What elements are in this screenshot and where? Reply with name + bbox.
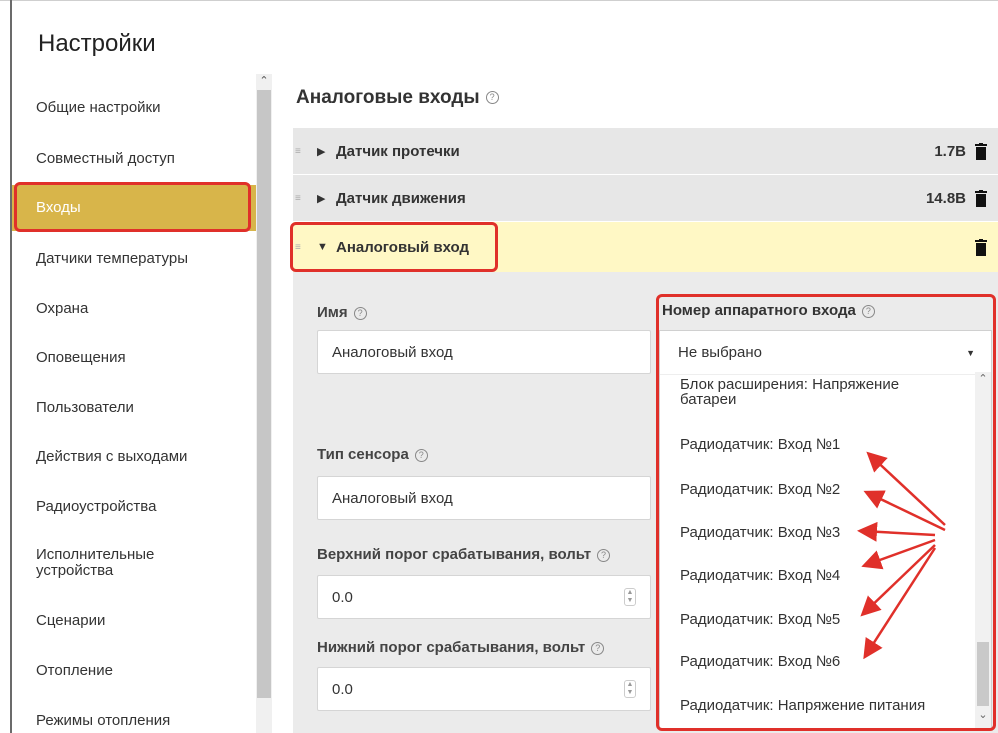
drag-handle-icon[interactable]: ≡ bbox=[295, 193, 301, 204]
sidebar-item-actuators[interactable]: Исполнительные устройства bbox=[12, 540, 182, 586]
question-circle-icon[interactable]: ? bbox=[597, 548, 611, 562]
dropdown-option[interactable]: Радиодатчик: Вход №2 bbox=[680, 482, 950, 497]
upper-threshold-label-text: Верхний порог срабатывания, вольт bbox=[317, 546, 592, 563]
sidebar-item-label: Пользователи bbox=[36, 399, 134, 416]
caret-right-icon: ▶ bbox=[317, 145, 326, 158]
upper-threshold-input[interactable]: 0.0 ▲ ▼ bbox=[317, 575, 651, 619]
app-title: Настройки bbox=[38, 30, 156, 57]
hw-input-selected[interactable]: Не выбрано ▼ bbox=[660, 331, 991, 375]
sidebar-item-users[interactable]: Пользователи bbox=[12, 385, 256, 431]
sidebar-scroll-thumb[interactable] bbox=[257, 90, 271, 698]
question-circle-icon[interactable]: ? bbox=[353, 306, 367, 320]
sidebar-item-label: Совместный доступ bbox=[36, 150, 175, 167]
question-circle-icon[interactable]: ? bbox=[861, 304, 875, 318]
caret-down-icon: ▼ bbox=[966, 348, 975, 358]
dropdown-option[interactable]: Радиодатчик: Вход №6 bbox=[680, 654, 950, 669]
name-input[interactable]: Аналоговый вход bbox=[317, 330, 651, 374]
panel-label: Датчик протечки bbox=[336, 142, 460, 160]
sidebar-item-temperature-sensors[interactable]: Датчики температуры bbox=[12, 236, 256, 282]
sensor-type-label-text: Тип сенсора bbox=[317, 446, 409, 463]
sensor-type-select[interactable]: Аналоговый вход bbox=[317, 476, 651, 520]
panel-label: Аналоговый вход bbox=[336, 238, 470, 256]
sidebar-item-inputs[interactable]: Входы bbox=[12, 185, 256, 231]
sidebar-item-scenarios[interactable]: Сценарии bbox=[12, 598, 256, 644]
drag-handle-icon[interactable]: ≡ bbox=[295, 242, 301, 253]
caret-right-icon: ▶ bbox=[317, 192, 326, 205]
sidebar-item-label: Режимы отопления bbox=[36, 712, 171, 729]
sensor-type-label: Тип сенсора? bbox=[317, 446, 428, 463]
sidebar: Общие настройки Совместный доступ Входы … bbox=[12, 84, 256, 733]
dropdown-option[interactable]: Радиодатчик: Вход №5 bbox=[680, 612, 950, 627]
upper-threshold-value: 0.0 bbox=[332, 588, 353, 606]
sidebar-item-radio-devices[interactable]: Радиоустройства bbox=[12, 484, 256, 530]
sidebar-item-label: Радиоустройства bbox=[36, 498, 157, 515]
lower-threshold-value: 0.0 bbox=[332, 680, 353, 698]
panel-label: Датчик движения bbox=[336, 189, 466, 207]
scroll-up-icon[interactable]: ⌃ bbox=[975, 372, 991, 385]
question-circle-icon[interactable]: ? bbox=[485, 91, 499, 105]
question-circle-icon[interactable]: ? bbox=[414, 448, 428, 462]
hw-input-label: Номер аппаратного входа? bbox=[662, 302, 875, 319]
dropdown-scrollbar[interactable]: ⌃ ⌄ bbox=[975, 372, 991, 728]
name-label: Имя? bbox=[317, 304, 367, 321]
sidebar-item-heating[interactable]: Отопление bbox=[12, 648, 256, 694]
caret-down-icon: ▼ bbox=[317, 241, 328, 253]
sidebar-item-notifications[interactable]: Оповещения bbox=[12, 335, 256, 381]
dropdown-option[interactable]: Радиодатчик: Вход №4 bbox=[680, 568, 950, 583]
dropdown-scroll-thumb[interactable] bbox=[977, 642, 989, 706]
sidebar-item-sharing[interactable]: Совместный доступ bbox=[12, 136, 256, 182]
sidebar-item-output-actions[interactable]: Действия с выходами bbox=[12, 434, 256, 480]
trash-icon[interactable] bbox=[974, 238, 988, 256]
sidebar-item-label: Охрана bbox=[36, 300, 89, 317]
scroll-down-icon[interactable]: ⌄ bbox=[975, 708, 991, 721]
scroll-up-icon[interactable]: ⌃ bbox=[256, 74, 272, 88]
sidebar-item-label: Датчики температуры bbox=[36, 250, 189, 267]
dropdown-option[interactable]: Блок расширения: Напряжение батареи bbox=[680, 377, 950, 407]
panel-value: 1.7В bbox=[934, 142, 966, 160]
dropdown-option[interactable]: Радиодатчик: Напряжение питания bbox=[680, 698, 950, 713]
sidebar-item-label: Отопление bbox=[36, 662, 113, 679]
window-border-top bbox=[0, 0, 998, 1]
section-title: Аналоговые входы? bbox=[296, 87, 499, 109]
spinner-icon[interactable]: ▲ ▼ bbox=[624, 680, 636, 698]
panel-value: 14.8В bbox=[925, 189, 966, 207]
section-title-text: Аналоговые входы bbox=[296, 87, 480, 108]
lower-threshold-input[interactable]: 0.0 ▲ ▼ bbox=[317, 667, 651, 711]
sidebar-item-heating-modes[interactable]: Режимы отопления bbox=[12, 698, 256, 733]
sidebar-item-label: Исполнительные устройства bbox=[36, 546, 155, 579]
panel-analog-input[interactable]: ≡ ▼ Аналоговый вход bbox=[293, 222, 998, 272]
sidebar-item-label: Действия с выходами bbox=[36, 448, 188, 465]
lower-threshold-label: Нижний порог срабатывания, вольт? bbox=[317, 639, 605, 656]
spinner-icon[interactable]: ▲ ▼ bbox=[624, 588, 636, 606]
sidebar-item-label: Входы bbox=[36, 199, 81, 216]
upper-threshold-label: Верхний порог срабатывания, вольт? bbox=[317, 546, 611, 563]
sidebar-item-label: Оповещения bbox=[36, 349, 126, 366]
trash-icon[interactable] bbox=[974, 142, 988, 160]
panel-leak-sensor[interactable]: ≡ ▶ Датчик протечки 1.7В bbox=[293, 128, 998, 174]
lower-threshold-label-text: Нижний порог срабатывания, вольт bbox=[317, 639, 586, 656]
sidebar-item-general[interactable]: Общие настройки bbox=[12, 85, 256, 131]
sidebar-item-label: Сценарии bbox=[36, 612, 106, 629]
dropdown-option[interactable]: Радиодатчик: Вход №1 bbox=[680, 437, 950, 452]
trash-icon[interactable] bbox=[974, 189, 988, 207]
sidebar-item-label: Общие настройки bbox=[36, 99, 161, 116]
panel-motion-sensor[interactable]: ≡ ▶ Датчик движения 14.8В bbox=[293, 175, 998, 221]
drag-handle-icon[interactable]: ≡ bbox=[295, 146, 301, 157]
hw-input-label-text: Номер аппаратного входа bbox=[662, 302, 856, 319]
hw-input-selected-text: Не выбрано bbox=[678, 344, 762, 361]
sidebar-scrollbar[interactable]: ⌃ bbox=[256, 74, 272, 733]
dropdown-option[interactable]: Радиодатчик: Вход №3 bbox=[680, 525, 950, 540]
question-circle-icon[interactable]: ? bbox=[591, 641, 605, 655]
name-label-text: Имя bbox=[317, 304, 348, 321]
sidebar-item-security[interactable]: Охрана bbox=[12, 286, 256, 332]
